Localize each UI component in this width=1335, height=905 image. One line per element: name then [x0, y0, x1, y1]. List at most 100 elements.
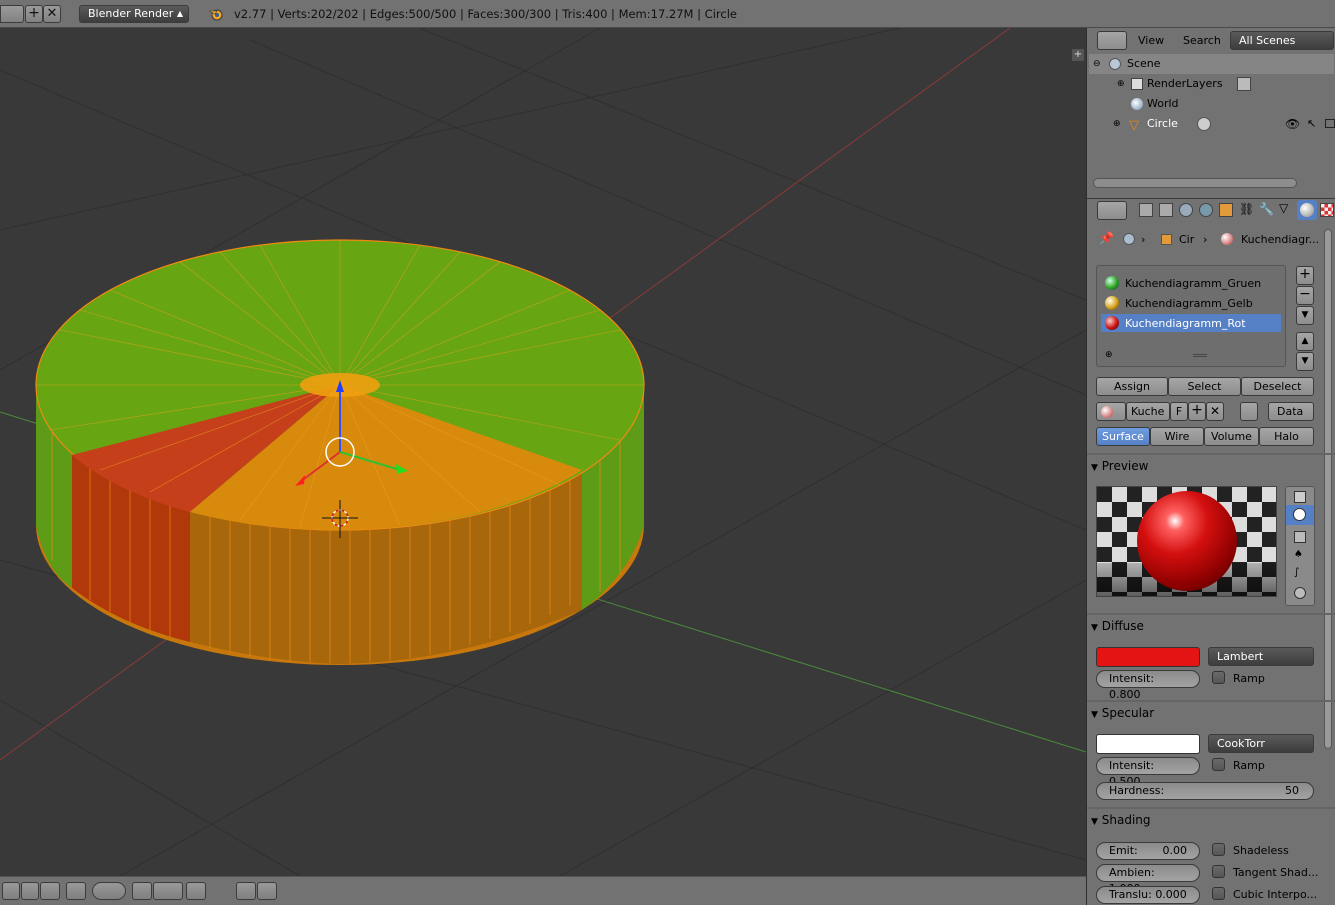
plane-preview-icon[interactable] [1294, 491, 1306, 503]
fake-user-button[interactable]: F [1170, 402, 1188, 421]
outliner-scrollbar[interactable] [1093, 178, 1297, 188]
camera-render-icon[interactable] [1325, 119, 1335, 128]
search-menu[interactable]: Search [1183, 34, 1221, 47]
diffuse-panel-header[interactable]: ▼ Diffuse [1091, 616, 1144, 636]
move-slot-up-button[interactable]: ▲ [1296, 332, 1314, 351]
deselect-button[interactable]: Deselect [1241, 377, 1314, 396]
viewport-canvas[interactable] [0, 28, 1086, 876]
outliner-item-circle[interactable]: ⊕ ▽ Circle 👁 ↖ [1089, 114, 1335, 134]
constraints-tab-icon[interactable]: ⛓ [1239, 202, 1254, 216]
outliner-item-renderlayers[interactable]: ⊕ RenderLayers [1089, 74, 1334, 94]
editor-type-button[interactable] [1097, 201, 1127, 220]
select-button[interactable]: Select [1168, 377, 1241, 396]
cubic-interpolation-checkbox[interactable] [1212, 887, 1225, 900]
node-material-button[interactable] [1240, 402, 1258, 421]
3d-viewport[interactable]: + [0, 28, 1086, 876]
render-tab-icon[interactable] [1139, 203, 1153, 217]
hardness-field[interactable]: Hardness: 50 [1096, 782, 1314, 800]
outliner-item-label: Scene [1127, 57, 1161, 70]
translucency-field[interactable]: Translu: 0.000 [1096, 886, 1200, 904]
tab-surface[interactable]: Surface [1096, 427, 1150, 446]
diffuse-ramp-checkbox[interactable] [1212, 671, 1225, 684]
unlink-material-button[interactable]: ✕ [1206, 402, 1224, 421]
diffuse-intensity-field[interactable]: Intensit: 0.800 [1096, 670, 1200, 701]
modifiers-tab-icon[interactable]: 🔧 [1259, 202, 1274, 216]
outliner-item-world[interactable]: World [1089, 94, 1334, 114]
display-mode-label: All Scenes [1239, 34, 1296, 47]
add-screen-button[interactable]: + [25, 5, 43, 23]
sphere-preview-icon[interactable] [1286, 505, 1314, 525]
close-screen-button[interactable]: ✕ [43, 5, 61, 23]
add-material-slot-button[interactable]: + [1296, 266, 1314, 285]
specular-color-swatch[interactable] [1096, 734, 1200, 754]
render-engine-select[interactable]: Blender Render ▲ [79, 5, 189, 23]
slot-specials-button[interactable]: ▼ [1296, 306, 1314, 325]
render-animation-button[interactable] [257, 882, 277, 900]
specular-intensity-field[interactable]: Intensit: 0.500 [1096, 757, 1200, 788]
list-resize-handle[interactable] [1193, 354, 1207, 357]
properties-scrollbar[interactable] [1324, 229, 1332, 749]
outliner-item-scene[interactable]: ⊖ Scene [1089, 54, 1334, 74]
specular-ramp-checkbox[interactable] [1212, 758, 1225, 771]
new-material-button[interactable]: + [1188, 402, 1206, 421]
material-slot-label: Kuchendiagramm_Rot [1125, 317, 1246, 330]
pivot-point-select[interactable] [92, 882, 126, 900]
screen-layout-field[interactable] [0, 5, 24, 23]
link-select[interactable]: Data [1268, 402, 1314, 421]
browse-material-button[interactable] [1096, 402, 1126, 421]
cursor-icon[interactable]: ↖ [1307, 114, 1316, 134]
specular-shader-select[interactable]: CookTorr [1208, 734, 1314, 753]
limit-selection-button[interactable] [66, 882, 86, 900]
collapse-icon[interactable]: ⊖ [1093, 54, 1101, 74]
edge-select-mode-button[interactable] [21, 882, 39, 900]
hair-preview-icon[interactable]: ∫ [1294, 567, 1299, 578]
snap-element-select[interactable] [153, 882, 183, 900]
monkey-preview-icon[interactable]: ♠ [1294, 549, 1303, 560]
material-slot-item[interactable]: Kuchendiagramm_Gelb [1101, 294, 1281, 312]
cube-preview-icon[interactable] [1294, 531, 1306, 543]
material-name-field[interactable]: Kuche [1126, 402, 1170, 421]
move-slot-down-button[interactable]: ▼ [1296, 352, 1314, 371]
tangent-shading-checkbox[interactable] [1212, 865, 1225, 878]
shading-panel-header[interactable]: ▼ Shading [1091, 810, 1151, 830]
region-expand-icon[interactable]: + [1072, 49, 1084, 61]
world-tab-icon[interactable] [1199, 203, 1213, 217]
object-tab-icon[interactable] [1219, 203, 1233, 217]
expand-icon[interactable]: ⊕ [1117, 74, 1125, 94]
tab-volume[interactable]: Volume [1204, 427, 1259, 446]
proportional-edit-button[interactable] [132, 882, 152, 900]
scene-tab-icon[interactable] [1179, 203, 1193, 217]
ambient-field[interactable]: Ambien: 1.000 [1096, 864, 1200, 895]
texture-tab-icon[interactable] [1320, 203, 1334, 217]
snap-target-button[interactable] [186, 882, 206, 900]
tab-halo[interactable]: Halo [1259, 427, 1314, 446]
opengl-render-button[interactable] [236, 882, 256, 900]
diffuse-shader-select[interactable]: Lambert [1208, 647, 1314, 666]
emit-field[interactable]: Emit: 0.00 [1096, 842, 1200, 860]
face-select-mode-button[interactable] [40, 882, 60, 900]
world-preview-icon[interactable] [1294, 587, 1306, 599]
list-filter-icon[interactable]: ⊕ [1105, 350, 1113, 360]
outliner: View Search All Scenes ⊖ Scene ⊕ RenderL… [1087, 28, 1335, 196]
tab-wire[interactable]: Wire [1150, 427, 1204, 446]
shadeless-checkbox[interactable] [1212, 843, 1225, 856]
pin-icon[interactable]: 📌 [1099, 231, 1114, 245]
editor-type-button[interactable] [1097, 31, 1127, 50]
remove-material-slot-button[interactable]: − [1296, 286, 1314, 305]
outliner-tree: ⊖ Scene ⊕ RenderLayers World ⊕ ▽ Circle … [1089, 54, 1335, 180]
specular-panel-header[interactable]: ▼ Specular [1091, 703, 1154, 723]
assign-button[interactable]: Assign [1096, 377, 1168, 396]
expand-icon[interactable]: ⊕ [1113, 114, 1121, 134]
view-menu[interactable]: View [1138, 34, 1164, 47]
material-tab-icon[interactable] [1297, 200, 1317, 220]
data-tab-icon[interactable]: ▽ [1279, 201, 1288, 215]
breadcrumb-material: Kuchendiagr... [1241, 233, 1320, 246]
material-slot-item[interactable]: Kuchendiagramm_Gruen [1101, 274, 1281, 292]
diffuse-color-swatch[interactable] [1096, 647, 1200, 667]
display-mode-select[interactable]: All Scenes [1230, 31, 1334, 50]
material-slot-item-active[interactable]: Kuchendiagramm_Rot [1101, 314, 1281, 332]
render-layers-tab-icon[interactable] [1159, 203, 1173, 217]
eye-icon[interactable]: 👁 [1285, 114, 1300, 134]
preview-panel-header[interactable]: ▼ Preview [1091, 456, 1148, 476]
vertex-select-mode-button[interactable] [2, 882, 20, 900]
